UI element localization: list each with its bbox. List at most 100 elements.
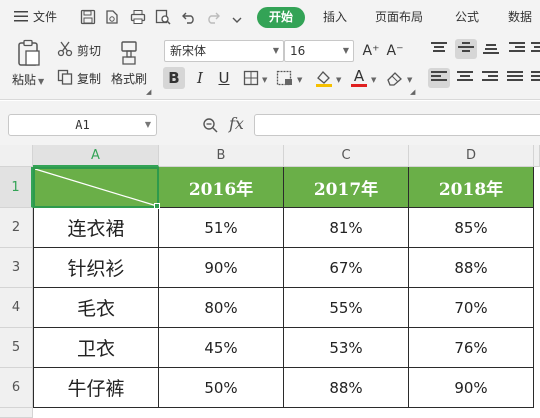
value-cell[interactable]: 88% — [284, 368, 409, 408]
scissors-icon[interactable] — [57, 41, 73, 61]
align-center-icon[interactable] — [457, 71, 473, 85]
value-cell[interactable]: 80% — [159, 288, 284, 328]
paste-button[interactable]: 粘贴 ▼ — [12, 71, 44, 88]
format-painter-icon[interactable] — [118, 40, 140, 70]
align-bottom-icon[interactable] — [483, 44, 499, 58]
cell-style-icon[interactable] — [276, 70, 294, 90]
bold-button[interactable]: B — [163, 67, 185, 89]
file-menu-label: 文件 — [33, 10, 58, 24]
save-icon[interactable] — [80, 9, 96, 25]
copy-icon[interactable] — [57, 69, 73, 89]
align-top-icon[interactable] — [431, 42, 447, 56]
print-preview-icon[interactable] — [155, 9, 171, 25]
category-cell[interactable]: 针织衫 — [33, 248, 159, 288]
value-cell[interactable]: 50% — [159, 368, 284, 408]
decrease-font-button[interactable]: A⁻ — [384, 40, 406, 62]
value-cell[interactable]: 90% — [409, 368, 534, 408]
value-cell[interactable]: 70% — [409, 288, 534, 328]
font-color-button[interactable]: A — [348, 65, 370, 87]
chevron-down-icon: ▼ — [272, 46, 279, 55]
tab-insert[interactable]: 插入 — [323, 0, 347, 34]
header-cell-2017[interactable]: 2017年 — [284, 167, 409, 208]
chevron-down-icon[interactable]: ▼ — [262, 76, 267, 84]
chevron-down-icon[interactable]: ▼ — [371, 76, 376, 84]
column-header-c[interactable]: C — [284, 145, 409, 167]
value-cell[interactable]: 53% — [284, 328, 409, 368]
row-header-6[interactable]: 6 — [0, 368, 33, 408]
borders-icon[interactable] — [243, 70, 259, 90]
select-all-corner[interactable] — [0, 145, 33, 167]
insert-function-button[interactable]: fx — [229, 114, 244, 133]
export-icon[interactable] — [104, 9, 120, 25]
tab-data[interactable]: 数据 — [508, 0, 532, 34]
distributed-align-icon[interactable] — [531, 71, 540, 85]
column-header-e[interactable] — [534, 145, 540, 167]
underline-button[interactable]: U — [213, 67, 235, 89]
category-cell[interactable]: 卫衣 — [33, 328, 159, 368]
zoom-search-icon[interactable] — [202, 117, 218, 137]
column-header-b[interactable]: B — [159, 145, 284, 167]
menu-bar: 文件 开始 插入 页面布局 公式 数据 — [0, 0, 540, 34]
value-cell[interactable]: 67% — [284, 248, 409, 288]
category-cell[interactable]: 牛仔裤 — [33, 368, 159, 408]
value-cell[interactable]: 45% — [159, 328, 284, 368]
column-header-a[interactable]: A — [33, 145, 159, 167]
font-launcher-icon[interactable]: ◢ — [410, 88, 415, 96]
column-header-d[interactable]: D — [409, 145, 534, 167]
chevron-down-icon[interactable]: ▼ — [336, 76, 341, 84]
fill-color-icon[interactable] — [315, 69, 333, 91]
value-cell[interactable]: 90% — [159, 248, 284, 288]
category-cell[interactable]: 毛衣 — [33, 288, 159, 328]
redo-icon[interactable] — [205, 9, 221, 25]
cell-reference: A1 — [75, 118, 90, 132]
chevron-down-icon[interactable] — [231, 11, 247, 27]
value-cell[interactable]: 85% — [409, 208, 534, 248]
copy-button[interactable]: 复制 — [77, 70, 101, 87]
font-name-value: 新宋体 — [170, 44, 207, 58]
undo-icon[interactable] — [181, 9, 197, 25]
value-cell[interactable]: 51% — [159, 208, 284, 248]
align-middle-icon[interactable] — [455, 39, 477, 59]
value-cell[interactable]: 55% — [284, 288, 409, 328]
increase-font-button[interactable]: A⁺ — [360, 40, 382, 62]
decrease-indent-icon[interactable] — [509, 42, 525, 56]
justify-icon[interactable] — [507, 71, 523, 85]
fill-handle[interactable] — [154, 203, 160, 209]
row-header-1[interactable]: 1 — [0, 167, 33, 208]
row-header-3[interactable]: 3 — [0, 248, 33, 288]
chevron-down-icon[interactable]: ▼ — [407, 76, 412, 84]
diagonal-line-icon — [34, 168, 158, 207]
tab-formulas[interactable]: 公式 — [455, 0, 479, 34]
value-cell[interactable]: 76% — [409, 328, 534, 368]
align-left-icon[interactable] — [428, 68, 450, 88]
font-size-value: 16 — [290, 44, 306, 58]
row-header-2[interactable]: 2 — [0, 208, 33, 248]
cut-button[interactable]: 剪切 — [77, 42, 101, 59]
paste-icon[interactable] — [16, 39, 42, 71]
name-box[interactable]: A1 ▼ — [8, 114, 157, 136]
row-header-7[interactable] — [0, 408, 33, 418]
print-icon[interactable] — [130, 9, 146, 25]
category-cell[interactable]: 连衣裙 — [33, 208, 159, 248]
chevron-down-icon[interactable]: ▼ — [297, 76, 302, 84]
table-corner-cell[interactable] — [33, 167, 159, 208]
paste-label: 粘贴 — [12, 73, 37, 87]
main-menu-button[interactable]: 文件 — [14, 0, 57, 34]
formula-input[interactable] — [254, 114, 540, 136]
align-right-icon[interactable] — [482, 71, 498, 85]
row-header-5[interactable]: 5 — [0, 328, 33, 368]
tab-home[interactable]: 开始 — [257, 7, 305, 28]
value-cell[interactable]: 81% — [284, 208, 409, 248]
tab-page-layout[interactable]: 页面布局 — [375, 0, 423, 34]
increase-indent-icon[interactable] — [531, 42, 540, 56]
font-size-select[interactable]: 16 ▼ — [284, 40, 354, 62]
font-name-select[interactable]: 新宋体 ▼ — [164, 40, 284, 62]
header-cell-2018[interactable]: 2018年 — [409, 167, 534, 208]
italic-button[interactable]: I — [189, 67, 211, 89]
row-header-4[interactable]: 4 — [0, 288, 33, 328]
value-cell[interactable]: 88% — [409, 248, 534, 288]
eraser-icon[interactable] — [386, 70, 404, 90]
format-painter-button[interactable]: 格式刷 — [111, 70, 147, 87]
header-cell-2016[interactable]: 2016年 — [159, 167, 284, 208]
clipboard-launcher-icon[interactable]: ◢ — [146, 88, 151, 96]
